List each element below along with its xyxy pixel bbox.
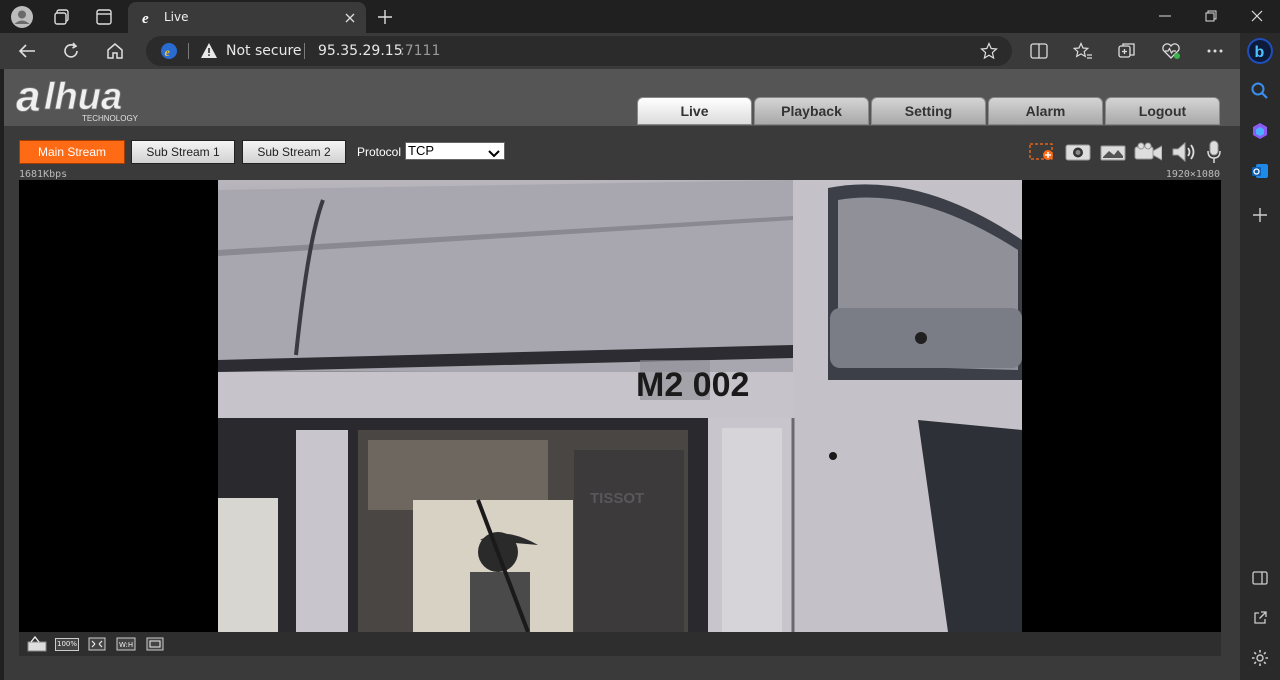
settings-gear-icon[interactable] <box>1246 644 1274 672</box>
favorites-icon[interactable] <box>1068 37 1098 65</box>
bitrate-readout: 1681Kbps <box>19 169 68 180</box>
svg-text:TISSOT: TISSOT <box>590 490 644 507</box>
home-icon[interactable] <box>100 37 130 65</box>
protocol-label: Protocol <box>357 145 402 159</box>
workspaces-icon[interactable] <box>48 4 76 30</box>
ie-mode-icon: e <box>140 9 156 30</box>
protocol-value: TCP <box>408 143 434 158</box>
copilot-icon[interactable]: b <box>1246 37 1274 65</box>
tab-title: Live <box>164 10 189 24</box>
web-page: a lhua TECHNOLOGY Live Playback Setting … <box>4 69 1240 680</box>
restore-icon[interactable] <box>1188 0 1234 32</box>
svg-text:e: e <box>165 45 171 59</box>
profile-icon[interactable] <box>8 4 36 30</box>
tab-actions-icon[interactable] <box>90 4 118 30</box>
zoom-region-icon[interactable] <box>1029 140 1057 164</box>
record-icon[interactable] <box>1134 140 1162 164</box>
outlook-icon[interactable] <box>1246 157 1274 185</box>
app-header: a lhua TECHNOLOGY Live Playback Setting … <box>4 69 1240 126</box>
designer-icon[interactable] <box>1246 117 1274 145</box>
hide-sidebar-icon[interactable] <box>1246 564 1274 592</box>
menu-live[interactable]: Live <box>637 97 752 125</box>
menu-alarm[interactable]: Alarm <box>988 97 1103 125</box>
browser-essentials-icon[interactable] <box>1156 37 1186 65</box>
chevron-down-icon <box>488 146 500 162</box>
triple-snapshot-icon[interactable] <box>1099 140 1127 164</box>
aspect-ratio-icon[interactable]: W:H <box>115 635 137 653</box>
menu-logout[interactable]: Logout <box>1105 97 1220 125</box>
original-size-button[interactable]: 100% <box>54 635 80 653</box>
menu-setting[interactable]: Setting <box>871 97 986 125</box>
microphone-icon[interactable] <box>1200 140 1228 164</box>
warning-icon[interactable] <box>200 42 218 64</box>
edge-sidebar: b <box>1240 33 1280 680</box>
svg-text:b: b <box>1255 44 1265 61</box>
close-tab-icon[interactable] <box>340 8 360 28</box>
main-stream-button[interactable]: Main Stream <box>19 140 125 164</box>
add-sidebar-app-icon[interactable] <box>1246 201 1274 229</box>
svg-text:W:H: W:H <box>119 641 133 649</box>
separator <box>304 43 305 59</box>
minimize-icon[interactable] <box>1142 0 1188 32</box>
browser-tab[interactable]: e Live <box>128 2 366 33</box>
split-screen-icon[interactable] <box>1024 37 1054 65</box>
zoom-label: 100% <box>54 637 79 651</box>
separator <box>188 43 189 59</box>
sub-stream-1-button[interactable]: Sub Stream 1 <box>131 140 235 164</box>
menu-playback[interactable]: Playback <box>754 97 869 125</box>
fullscreen-icon[interactable] <box>86 635 108 653</box>
svg-text:lhua: lhua <box>44 76 122 118</box>
open-external-icon[interactable] <box>1246 604 1274 632</box>
url-host: 95.35.29.15 <box>318 43 403 59</box>
refresh-icon[interactable] <box>56 37 86 65</box>
close-window-icon[interactable] <box>1234 0 1280 32</box>
tab-strip: e Live <box>0 0 1280 33</box>
video-player[interactable]: M2 002 TISSOT <box>19 180 1221 632</box>
snapshot-icon[interactable] <box>1064 140 1092 164</box>
new-tab-icon[interactable] <box>372 4 398 30</box>
vehicle-label: M2 002 <box>636 366 749 404</box>
audio-icon[interactable] <box>1170 140 1198 164</box>
navigation-bar: e Not secure 95.35.29.15 :7111 <box>0 33 1240 69</box>
video-toolbar: 100% W:H <box>19 632 1221 656</box>
ie-mode-badge-icon[interactable]: e <box>160 42 178 65</box>
dahua-logo: a lhua TECHNOLOGY <box>16 72 166 128</box>
back-icon[interactable] <box>12 37 42 65</box>
address-bar[interactable]: e Not secure 95.35.29.15 :7111 <box>146 36 1012 66</box>
sub-stream-2-button[interactable]: Sub Stream 2 <box>242 140 346 164</box>
protocol-select[interactable]: TCP <box>405 142 505 160</box>
collections-icon[interactable] <box>1112 37 1142 65</box>
stream-controls: Main Stream Sub Stream 1 Sub Stream 2 Pr… <box>4 126 1240 180</box>
live-video-frame: M2 002 TISSOT <box>218 180 1022 632</box>
favorite-star-icon[interactable] <box>980 42 998 65</box>
stream-status-icon[interactable] <box>26 635 48 653</box>
url-port: :7111 <box>400 43 441 59</box>
svg-text:TECHNOLOGY: TECHNOLOGY <box>82 114 139 123</box>
smart-codec-icon[interactable] <box>144 635 166 653</box>
resolution-readout: 1920×1080 <box>1165 169 1220 180</box>
more-options-icon[interactable] <box>1200 37 1230 65</box>
security-status[interactable]: Not secure <box>226 43 302 59</box>
search-icon[interactable] <box>1246 77 1274 105</box>
svg-text:e: e <box>142 11 149 25</box>
svg-text:a: a <box>16 75 40 121</box>
